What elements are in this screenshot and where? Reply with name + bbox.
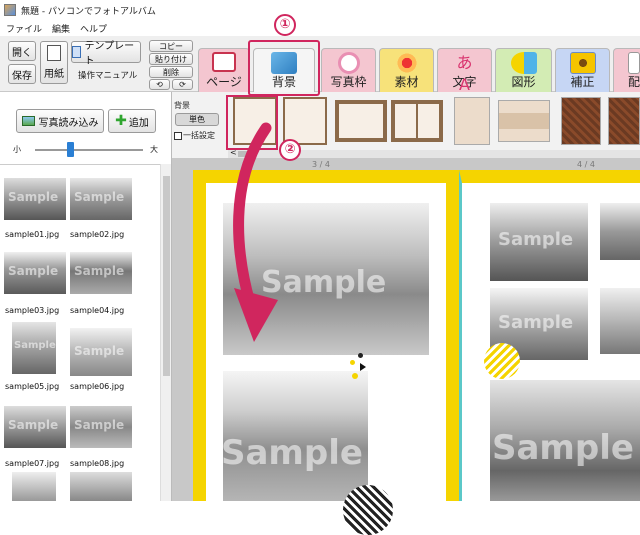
- tab-material[interactable]: 素材: [379, 48, 434, 92]
- background-template[interactable]: [608, 97, 640, 145]
- photo-filename: sample03.jpg: [5, 306, 60, 315]
- photo-thumbnail[interactable]: [70, 472, 132, 501]
- tab-label: ページ: [206, 75, 242, 89]
- plus-icon: ✚: [115, 113, 127, 129]
- single-color-button[interactable]: 単色: [175, 113, 219, 126]
- paper-icon: [47, 45, 61, 61]
- app-icon: [4, 4, 16, 16]
- step2-badge: ②: [279, 139, 301, 161]
- text-icon: あA: [456, 53, 473, 94]
- window-title: 無題 - パソコンでフォトアルバム: [21, 6, 156, 17]
- photo-thumbnail[interactable]: Sample: [70, 178, 132, 220]
- photo-on-page[interactable]: Sample: [490, 203, 588, 281]
- photo-filename: sample02.jpg: [70, 230, 125, 239]
- paste-button[interactable]: 貼り付け: [149, 53, 193, 65]
- photo-on-page[interactable]: Sample: [490, 380, 640, 501]
- photo-filename: sample06.jpg: [70, 382, 125, 391]
- striped-circle-decoration: [343, 485, 393, 535]
- photo-on-page[interactable]: Sample: [223, 371, 368, 501]
- size-large-label: 大: [150, 145, 158, 154]
- tab-label: 図形: [511, 75, 536, 89]
- photo-filename: sample04.jpg: [70, 306, 125, 315]
- paper-label: 用紙: [44, 69, 64, 80]
- load-photos-label: 写真読み込み: [38, 117, 99, 129]
- panel-divider: [0, 164, 160, 165]
- paper-button[interactable]: 用紙: [40, 41, 68, 84]
- tab-shape[interactable]: 図形: [495, 48, 552, 92]
- photo-panel: 写真読み込み ✚ 追加 小 大 Sample Sample sample01.j…: [0, 92, 172, 501]
- size-small-label: 小: [13, 145, 21, 154]
- background-template[interactable]: [335, 100, 387, 142]
- add-label: 追加: [128, 117, 149, 129]
- menu-bar: ファイル 編集 ヘルプ: [0, 20, 640, 36]
- bulk-label: 一括設定: [183, 131, 215, 140]
- tab-label: 写真枠: [330, 75, 367, 89]
- photo-filename: sample07.jpg: [5, 459, 60, 468]
- tab-label: 補正: [570, 75, 595, 89]
- template-label: テンプレート: [84, 41, 135, 67]
- photo-thumbnail[interactable]: Sample: [12, 322, 56, 374]
- open-button[interactable]: 開く: [8, 41, 36, 61]
- save-button[interactable]: 保存: [8, 64, 36, 84]
- tab-label: 配: [628, 75, 640, 89]
- photo-thumbnail[interactable]: Sample: [4, 178, 66, 220]
- photo-filename: sample05.jpg: [5, 382, 60, 391]
- title-bar: 無題 - パソコンでフォトアルバム: [0, 0, 640, 20]
- book-icon: [212, 52, 236, 72]
- scrollbar-thumb[interactable]: [163, 176, 170, 376]
- template-icon: [72, 46, 82, 58]
- tab-correction[interactable]: 補正: [555, 48, 610, 92]
- tab-label: 素材: [394, 75, 419, 89]
- photo-thumbnail[interactable]: [12, 472, 56, 501]
- tab-page[interactable]: ページ: [198, 48, 250, 92]
- layout-icon: [628, 52, 640, 74]
- photo-thumbnail[interactable]: Sample: [70, 252, 132, 294]
- background-template[interactable]: [454, 97, 490, 145]
- photo-filename: sample01.jpg: [5, 230, 60, 239]
- add-button[interactable]: ✚ 追加: [108, 109, 156, 133]
- photo-on-page[interactable]: [600, 203, 640, 260]
- menu-edit[interactable]: 編集: [52, 22, 70, 35]
- background-template[interactable]: [561, 97, 601, 145]
- background-label: 背景: [174, 101, 190, 110]
- photo-thumbnail[interactable]: Sample: [70, 328, 132, 376]
- tab-photo-frame[interactable]: 写真枠: [321, 48, 376, 92]
- photo-thumbnail[interactable]: Sample: [4, 406, 66, 448]
- bulk-checkbox[interactable]: [174, 131, 182, 140]
- step1-badge: ①: [274, 14, 296, 36]
- photo-thumbnail[interactable]: Sample: [4, 252, 66, 294]
- photo-list-scrollbar[interactable]: [160, 164, 171, 501]
- photo-filename: sample08.jpg: [70, 459, 125, 468]
- slider-thumb[interactable]: [66, 142, 74, 157]
- tab-text[interactable]: あA 文字: [437, 48, 492, 94]
- flower-icon: [393, 52, 420, 74]
- menu-file[interactable]: ファイル: [6, 22, 42, 35]
- photo-on-page[interactable]: [600, 288, 640, 354]
- load-photos-button[interactable]: 写真読み込み: [16, 109, 104, 133]
- background-template[interactable]: [498, 100, 550, 142]
- page-number: 4 / 4: [577, 160, 595, 169]
- undo-button[interactable]: ⟲: [149, 79, 170, 90]
- tab-layout[interactable]: 配: [613, 48, 640, 92]
- thumbnail-size-slider[interactable]: [35, 149, 143, 151]
- photo-frame-icon: [337, 52, 360, 74]
- background-template[interactable]: [391, 100, 443, 142]
- copy-button[interactable]: コピー: [149, 40, 193, 52]
- shape-icon: [510, 52, 537, 74]
- page-number: 3 / 4: [312, 160, 330, 169]
- bulk-setting-toggle[interactable]: 一括設定: [174, 130, 215, 141]
- photo-thumbnail[interactable]: Sample: [70, 406, 132, 448]
- manual-link[interactable]: 操作マニュアル: [78, 69, 137, 81]
- delete-button[interactable]: 削除: [149, 66, 193, 78]
- photo-icon: [21, 116, 35, 126]
- template-button[interactable]: テンプレート: [71, 41, 141, 67]
- menu-help[interactable]: ヘルプ: [80, 22, 107, 35]
- striped-circle-decoration: [484, 343, 520, 379]
- redo-button[interactable]: ⟳: [172, 79, 193, 90]
- step1-highlight: [248, 40, 320, 96]
- confetti-decoration: [348, 353, 376, 387]
- sunflower-icon: [569, 52, 596, 74]
